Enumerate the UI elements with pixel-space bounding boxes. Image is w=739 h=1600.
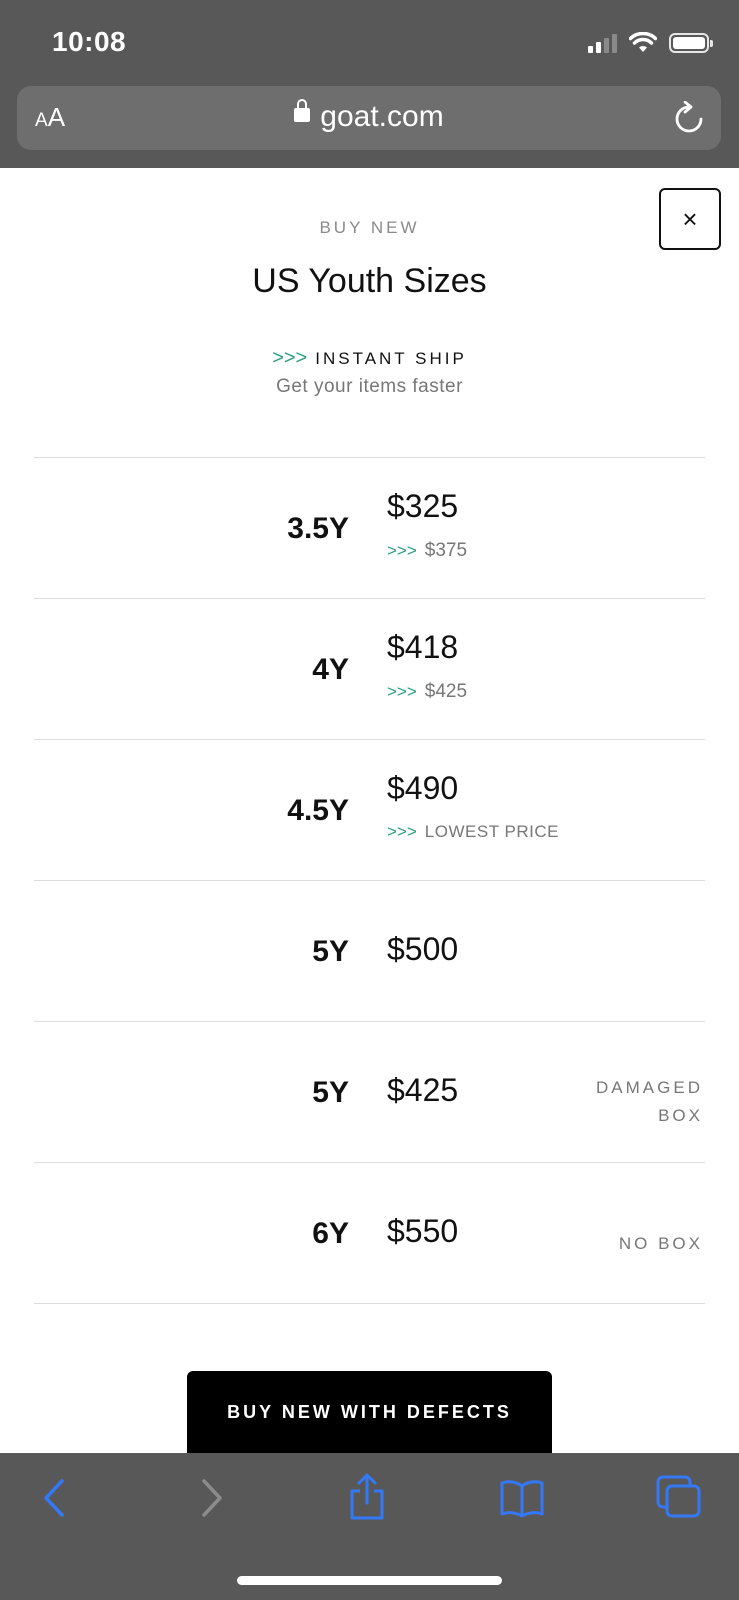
size-row[interactable]: 5Y $425 DAMAGED BOX bbox=[34, 1021, 705, 1162]
size-list: 3.5Y $325 >>> $375 4Y $418 >>> $425 4.5Y $… bbox=[34, 457, 705, 1443]
size-row[interactable]: 6Y $550 NO BOX bbox=[34, 1162, 705, 1303]
instant-ship-price: >>> $425 bbox=[387, 681, 468, 702]
size-row[interactable]: 3.5Y $325 >>> $375 bbox=[34, 457, 705, 598]
home-indicator bbox=[237, 1576, 502, 1585]
tabs-icon[interactable] bbox=[656, 1475, 702, 1519]
forward-icon[interactable] bbox=[196, 1478, 224, 1518]
size-label: 3.5Y bbox=[287, 512, 349, 545]
size-label: 6Y bbox=[312, 1217, 349, 1250]
instant-ship-label: >>> INSTANT SHIP bbox=[272, 347, 467, 369]
address-bar[interactable]: AA goat.com bbox=[17, 86, 721, 150]
condition-label: NO BOX bbox=[618, 1234, 703, 1253]
instant-ship-subtitle: Get your items faster bbox=[276, 376, 463, 397]
size-label: 4Y bbox=[312, 653, 349, 686]
wifi-icon bbox=[629, 32, 657, 52]
lock-icon bbox=[294, 99, 311, 123]
share-icon[interactable] bbox=[347, 1473, 387, 1521]
size-price: $490 bbox=[387, 770, 459, 806]
battery-icon bbox=[669, 33, 713, 53]
cellular-signal-icon bbox=[588, 33, 617, 53]
size-price: $325 bbox=[387, 488, 459, 524]
size-label: 5Y bbox=[312, 1076, 349, 1109]
size-price: $418 bbox=[387, 629, 459, 665]
url-field[interactable]: goat.com bbox=[17, 99, 721, 134]
size-row[interactable]: 4Y $418 >>> $425 bbox=[34, 598, 705, 739]
size-row[interactable]: 4.5Y $490 >>> LOWEST PRICE bbox=[34, 739, 705, 880]
size-label: 4.5Y bbox=[287, 794, 349, 827]
status-time: 10:08 bbox=[52, 26, 127, 57]
bookmarks-icon[interactable] bbox=[499, 1478, 545, 1518]
instant-ship-price: >>> $375 bbox=[387, 540, 468, 561]
size-price: $425 bbox=[387, 1072, 459, 1108]
condition-label: DAMAGED BOX bbox=[596, 1078, 703, 1125]
status-icons bbox=[588, 32, 713, 54]
instant-ship-chevron-icon: >>> bbox=[272, 347, 308, 369]
reload-icon[interactable] bbox=[673, 101, 705, 135]
url-text: goat.com bbox=[320, 100, 444, 133]
browser-top-chrome: 10:08 AA goat.com bbox=[0, 0, 739, 168]
instant-ship-chevron-icon: >>> bbox=[387, 682, 417, 701]
back-icon[interactable] bbox=[42, 1478, 70, 1518]
lowest-price-badge: >>> LOWEST PRICE bbox=[387, 822, 559, 841]
size-row[interactable]: 5Y $500 bbox=[34, 880, 705, 1021]
buy-new-with-defects-button[interactable]: BUY NEW WITH DEFECTS bbox=[187, 1371, 552, 1453]
modal-overline: BUY NEW bbox=[319, 218, 420, 237]
instant-ship-chevron-icon: >>> bbox=[387, 541, 417, 560]
size-label: 5Y bbox=[312, 935, 349, 968]
modal-title: US Youth Sizes bbox=[252, 262, 487, 300]
size-price: $500 bbox=[387, 931, 459, 967]
size-price: $550 bbox=[387, 1213, 459, 1249]
instant-ship-chevron-icon: >>> bbox=[387, 822, 417, 841]
